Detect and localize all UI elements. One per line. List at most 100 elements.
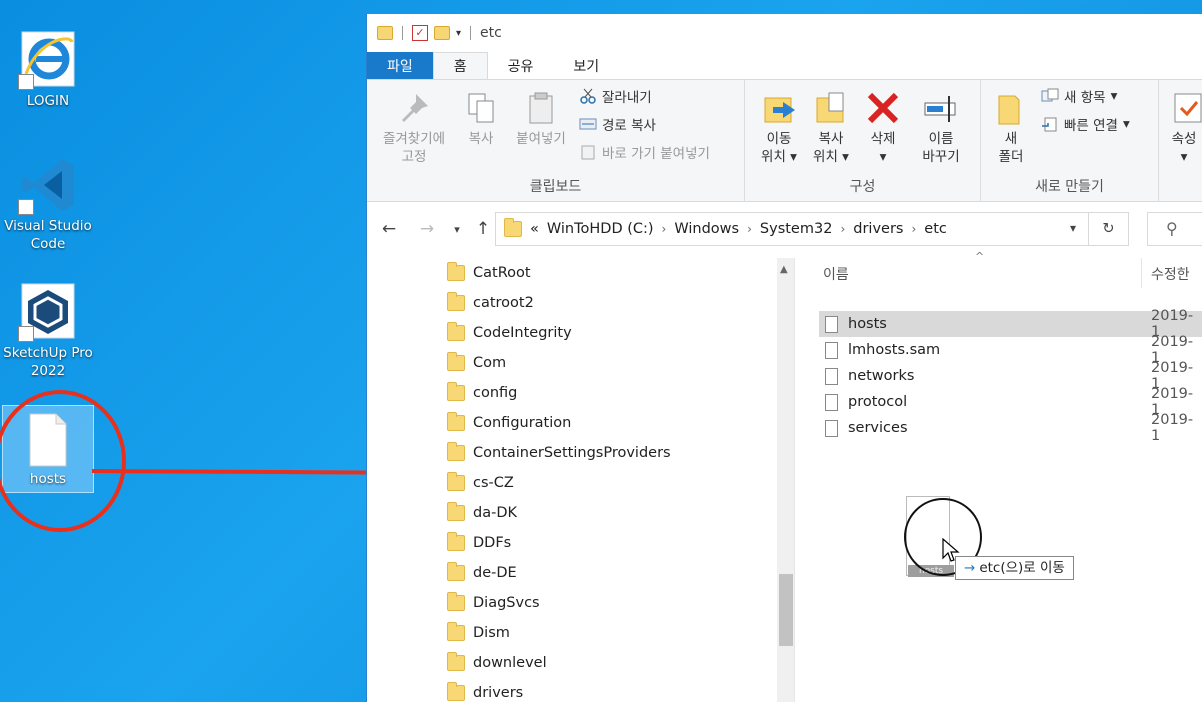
copy-path-button[interactable]: 경로 복사 [579, 114, 656, 134]
new-folder-button[interactable]: 새 폴더 [991, 90, 1031, 166]
new-item-button[interactable]: 새 항목 ▾ [1041, 86, 1117, 106]
search-input[interactable]: ⚲ [1147, 212, 1202, 246]
properties-check-icon[interactable]: ✓ [412, 25, 428, 41]
paste-shortcut-icon [579, 144, 597, 160]
desktop-icon-sketchup[interactable]: SketchUp Pro 2022 [2, 282, 94, 380]
breadcrumb-separator-icon[interactable]: › [747, 222, 752, 236]
tree-item-codeintegrity[interactable]: CodeIntegrity [447, 318, 572, 348]
cut-button[interactable]: 잘라내기 [579, 86, 652, 106]
folder-icon [447, 352, 465, 371]
search-icon: ⚲ [1166, 219, 1178, 238]
ribbon-tabs: 파일 홈 공유 보기 [367, 52, 1202, 80]
paste-button[interactable]: 붙여넣기 [509, 90, 573, 148]
recent-locations-chevron-icon[interactable]: ▾ [445, 223, 469, 236]
refresh-icon[interactable]: ↻ [1088, 213, 1128, 245]
column-header-modified[interactable]: 수정한 [1151, 264, 1190, 284]
organize-group-title: 구성 [849, 179, 876, 195]
breadcrumb-system32[interactable]: System32 [760, 221, 833, 237]
file-icon [825, 419, 838, 437]
address-dropdown-icon[interactable]: ▾ [1070, 221, 1076, 235]
tree-item-dism[interactable]: Dism [447, 618, 510, 648]
breadcrumb-windows[interactable]: Windows [674, 221, 739, 237]
sketchup-icon [18, 282, 78, 342]
shortcut-arrow-icon [18, 74, 34, 90]
tree-item-downlevel[interactable]: downlevel [447, 648, 547, 678]
breadcrumb-drivers[interactable]: drivers [853, 221, 903, 237]
properties-icon [1171, 90, 1202, 126]
file-row-networks[interactable]: networks 2019-1 [819, 360, 1202, 392]
move-to-button[interactable]: 이동 위치 ▾ [755, 90, 803, 166]
path-icon [579, 116, 597, 132]
tree-item-containersettingsproviders[interactable]: ContainerSettingsProviders [447, 438, 671, 468]
nav-pane-scrollbar[interactable]: ▲ [777, 258, 794, 702]
copy-to-button[interactable]: 복사 위치 ▾ [807, 90, 855, 166]
tree-item-catroot[interactable]: CatRoot [447, 258, 531, 288]
file-row-protocol[interactable]: protocol 2019-1 [819, 386, 1202, 418]
desktop-icon-label: SketchUp Pro 2022 [3, 345, 93, 379]
tab-file[interactable]: 파일 [367, 52, 433, 79]
breadcrumb-separator-icon[interactable]: › [662, 222, 667, 236]
column-header-name[interactable]: 이름 [823, 264, 849, 284]
folder-icon [447, 532, 465, 551]
address-bar[interactable]: « WinToHDD (C:) › Windows › System32 › d… [495, 212, 1129, 246]
delete-x-icon [865, 90, 901, 126]
delete-dropdown-icon[interactable]: ▾ [859, 148, 907, 166]
tree-item-configuration[interactable]: Configuration [447, 408, 571, 438]
customize-qat-dropdown-icon[interactable]: ▾ [456, 28, 461, 39]
easy-access-icon [1041, 116, 1059, 132]
move-to-dropdown[interactable]: 위치 ▾ [755, 148, 803, 166]
address-overflow[interactable]: « [530, 221, 539, 237]
breadcrumb-etc[interactable]: etc [924, 221, 947, 237]
copy-icon [463, 90, 499, 126]
tree-item-config[interactable]: config [447, 378, 517, 408]
new-folder-qat-icon[interactable] [434, 26, 450, 40]
folder-icon [447, 682, 465, 701]
pin-quick-access-button[interactable]: 즐겨찾기에 고정 [371, 90, 457, 166]
tree-item-ddfs[interactable]: DDFs [447, 528, 511, 558]
tree-item-da-dk[interactable]: da-DK [447, 498, 517, 528]
clipboard-group: 즐겨찾기에 고정 복사 붙여넣기 잘라내기 경로 복사 바로 가기 붙여넣기 클… [367, 80, 745, 202]
folder-icon [447, 292, 465, 311]
tree-item-drivers[interactable]: drivers [447, 678, 523, 702]
easy-access-button[interactable]: 빠른 연결 ▾ [1041, 114, 1130, 134]
breadcrumb-separator-icon[interactable]: › [840, 222, 845, 236]
file-list-pane: ^ 이름 수정한 hosts 2019-1 lmhosts.sam 2019-1… [797, 250, 1202, 702]
back-arrow-icon[interactable]: ← [377, 219, 401, 239]
tab-home[interactable]: 홈 [432, 52, 488, 79]
desktop-icon-vscode[interactable]: Visual Studio Code [2, 155, 94, 253]
forward-arrow-icon[interactable]: → [415, 219, 439, 239]
paste-shortcut-button[interactable]: 바로 가기 붙여넣기 [579, 142, 710, 162]
properties-button[interactable]: 속성 ▾ [1161, 90, 1202, 166]
up-arrow-icon[interactable]: ↑ [471, 219, 495, 239]
file-row-hosts[interactable]: hosts 2019-1 [819, 308, 1202, 340]
rename-button[interactable]: 이름 바꾸기 [911, 90, 971, 166]
tree-item-com[interactable]: Com [447, 348, 506, 378]
tree-item-de-de[interactable]: de-DE [447, 558, 517, 588]
scroll-up-arrow-icon[interactable]: ▲ [780, 264, 788, 275]
copy-button[interactable]: 복사 [459, 90, 503, 148]
new-folder-icon [993, 90, 1029, 126]
delete-button[interactable]: 삭제 ▾ [859, 90, 907, 166]
copy-to-dropdown[interactable]: 위치 ▾ [807, 148, 855, 166]
tab-share[interactable]: 공유 [488, 52, 554, 79]
folder-icon [447, 502, 465, 521]
breadcrumb-separator-icon[interactable]: › [911, 222, 916, 236]
tab-view[interactable]: 보기 [553, 52, 619, 79]
file-icon [825, 393, 838, 411]
breadcrumb-drive[interactable]: WinToHDD (C:) [547, 221, 654, 237]
navigation-bar: ← → ▾ ↑ « WinToHDD (C:) › Windows › Syst… [367, 212, 1202, 246]
internet-explorer-icon [18, 30, 78, 90]
file-row-services[interactable]: services 2019-1 [819, 412, 1202, 444]
folder-icon [447, 412, 465, 431]
file-row-lmhosts[interactable]: lmhosts.sam 2019-1 [819, 334, 1202, 366]
folder-icon [447, 442, 465, 461]
tree-item-cs-cz[interactable]: cs-CZ [447, 468, 514, 498]
tree-item-catroot2[interactable]: catroot2 [447, 288, 534, 318]
new-group: 새 폴더 새 항목 ▾ 빠른 연결 ▾ 새로 만들기 [981, 80, 1159, 202]
properties-dropdown-icon[interactable]: ▾ [1161, 148, 1202, 166]
scrollbar-thumb[interactable] [779, 574, 793, 646]
desktop-icon-login[interactable]: LOGIN [2, 30, 94, 110]
tree-item-diagsvcs[interactable]: DiagSvcs [447, 588, 540, 618]
address-folder-icon [504, 218, 522, 237]
clipboard-icon [523, 90, 559, 126]
